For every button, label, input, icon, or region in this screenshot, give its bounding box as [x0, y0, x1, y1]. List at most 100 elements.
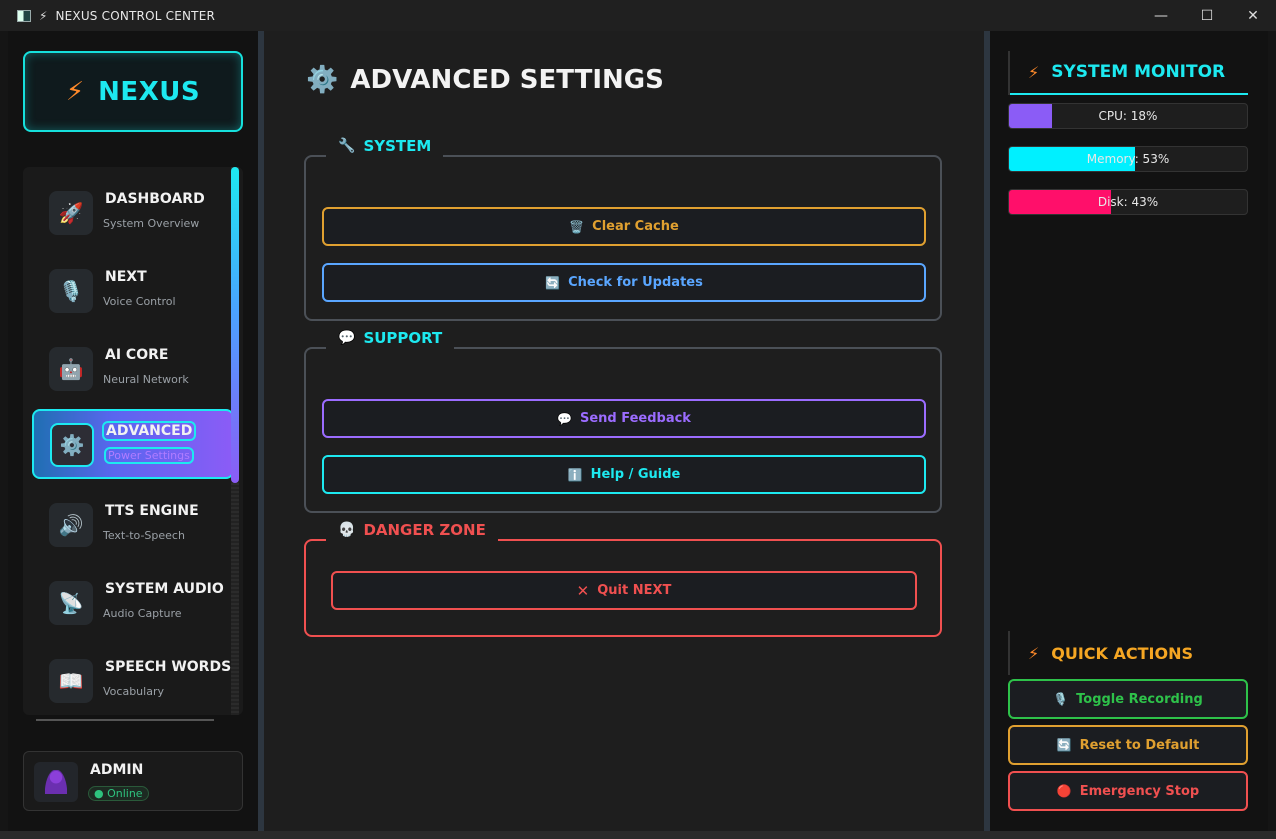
- button-label: Send Feedback: [579, 411, 691, 426]
- nav-item-sub: Power Settings: [104, 447, 194, 464]
- group-system: 🔧 SYSTEM 🗑️ Clear Cache 🔄 Check for Upda…: [304, 135, 942, 321]
- button-label: Reset to Default: [1079, 737, 1200, 753]
- nav-item-tts-engine[interactable]: 🔊 TTS ENGINE Text-to-Speech: [33, 491, 233, 559]
- nav-item-system-audio[interactable]: 📡 SYSTEM AUDIO Audio Capture: [33, 569, 233, 637]
- nav-item-label: AI CORE: [105, 347, 169, 363]
- send-feedback-button[interactable]: 💬 Send Feedback: [322, 399, 926, 438]
- nav-item-sub: Audio Capture: [103, 607, 182, 620]
- reset-default-button[interactable]: 🔄 Reset to Default: [1008, 725, 1248, 765]
- button-label: Check for Updates: [568, 275, 703, 290]
- close-icon: ✕: [576, 581, 590, 600]
- nav-item-label: SPEECH WORDS: [105, 659, 232, 675]
- group-label-text: SYSTEM: [363, 137, 432, 155]
- cpu-bar-label: CPU: 18%: [1098, 109, 1158, 123]
- user-icon: [45, 770, 67, 794]
- nav-item-next[interactable]: 🎙️ NEXT Voice Control: [33, 257, 233, 325]
- robot-icon: 🤖: [49, 347, 93, 391]
- nav-item-sub: Vocabulary: [103, 685, 164, 698]
- group-label-text: SUPPORT: [363, 329, 443, 347]
- info-icon: ℹ️: [567, 467, 583, 482]
- satellite-dish-icon: 📡: [49, 581, 93, 625]
- status-badge: ● Online: [88, 786, 149, 801]
- wrench-icon: 🔧: [338, 138, 356, 154]
- button-label: Help / Guide: [590, 467, 681, 482]
- nav-item-label: ADVANCED: [102, 421, 197, 441]
- right-panel: ⚡ SYSTEM MONITOR CPU: 18% Memory: 53% Di…: [990, 31, 1268, 831]
- nav-item-speech-words[interactable]: 📖 SPEECH WORDS Vocabulary: [33, 647, 233, 715]
- speech-bubble-icon: 💬: [338, 330, 356, 346]
- nav-item-dashboard[interactable]: 🚀 DASHBOARD System Overview: [33, 179, 233, 247]
- skull-icon: 💀: [338, 522, 356, 538]
- nav-item-sub: System Overview: [103, 217, 200, 230]
- lightning-icon: ⚡: [39, 8, 48, 23]
- logo-name: NEXUS: [98, 76, 201, 107]
- nav-scrollbar-thumb[interactable]: [231, 167, 239, 483]
- rocket-icon: 🚀: [49, 191, 93, 235]
- disk-bar-label: Disk: 43%: [1097, 195, 1159, 209]
- user-card[interactable]: ADMIN ● Online: [23, 751, 243, 811]
- nav-item-label: DASHBOARD: [105, 191, 205, 207]
- header-divider: [1008, 631, 1010, 675]
- button-label: Clear Cache: [592, 219, 679, 234]
- main-content: ⚙️ ADVANCED SETTINGS 🔧 SYSTEM 🗑️ Clear C…: [264, 31, 984, 831]
- nav-item-sub: Text-to-Speech: [103, 529, 185, 542]
- window-title: NEXUS CONTROL CENTER: [55, 8, 216, 23]
- group-support: 💬 SUPPORT 💬 Send Feedback ℹ️ Help / Guid…: [304, 327, 942, 513]
- gear-icon: ⚙️: [306, 65, 339, 95]
- title-bar: ⚡ NEXUS CONTROL CENTER — ☐ ✕: [0, 0, 1276, 31]
- header-divider: [1008, 51, 1010, 95]
- microphone-icon: 🎙️: [1053, 692, 1069, 706]
- clear-cache-button[interactable]: 🗑️ Clear Cache: [322, 207, 926, 246]
- group-label-danger: 💀 DANGER ZONE: [326, 519, 498, 541]
- memory-bar: Memory: 53%: [1008, 146, 1248, 172]
- nav-menu: 🚀 DASHBOARD System Overview 🎙️ NEXT Voic…: [23, 167, 243, 715]
- nav-horizontal-scrollbar[interactable]: [36, 719, 214, 721]
- page-title: ⚙️ ADVANCED SETTINGS: [306, 65, 664, 95]
- lightning-icon: ⚡: [65, 76, 85, 107]
- quick-actions-title: QUICK ACTIONS: [1051, 643, 1193, 663]
- nav-item-label: TTS ENGINE: [105, 503, 199, 519]
- help-guide-button[interactable]: ℹ️ Help / Guide: [322, 455, 926, 494]
- close-icon[interactable]: ✕: [1230, 0, 1276, 31]
- nav-item-sub: Voice Control: [103, 295, 176, 308]
- nav-item-label: NEXT: [105, 269, 147, 285]
- check-updates-button[interactable]: 🔄 Check for Updates: [322, 263, 926, 302]
- minimize-icon[interactable]: —: [1138, 0, 1184, 31]
- microphone-icon: 🎙️: [49, 269, 93, 313]
- memory-bar-label: Memory: 53%: [1086, 152, 1170, 166]
- book-icon: 📖: [49, 659, 93, 703]
- nav-item-ai-core[interactable]: 🤖 AI CORE Neural Network: [33, 335, 233, 403]
- group-label-system: 🔧 SYSTEM: [326, 135, 444, 157]
- nav-item-advanced[interactable]: ⚙️ ADVANCED Power Settings: [32, 409, 234, 479]
- refresh-icon: 🔄: [1056, 738, 1072, 752]
- window-controls: — ☐ ✕: [1138, 0, 1276, 31]
- cpu-bar: CPU: 18%: [1008, 103, 1248, 129]
- taskbar: [0, 831, 1276, 839]
- group-label-text: DANGER ZONE: [363, 521, 486, 539]
- button-label: Quit NEXT: [597, 583, 672, 598]
- button-label: Toggle Recording: [1076, 691, 1203, 707]
- gear-icon: ⚙️: [50, 423, 94, 467]
- system-monitor-header: ⚡ SYSTEM MONITOR: [1008, 51, 1248, 95]
- page-title-text: ADVANCED SETTINGS: [350, 65, 664, 95]
- lightning-icon: ⚡: [1028, 62, 1040, 82]
- red-circle-icon: 🔴: [1056, 784, 1072, 798]
- system-monitor-title: SYSTEM MONITOR: [1051, 62, 1226, 82]
- quit-next-button[interactable]: ✕ Quit NEXT: [331, 571, 917, 610]
- toggle-recording-button[interactable]: 🎙️ Toggle Recording: [1008, 679, 1248, 719]
- speaker-icon: 🔊: [49, 503, 93, 547]
- lightning-icon: ⚡: [1028, 643, 1040, 663]
- button-label: Emergency Stop: [1079, 783, 1200, 799]
- app-icon: [17, 9, 31, 22]
- sidebar: ⚡ NEXUS 🚀 DASHBOARD System Overview 🎙️ N…: [8, 31, 258, 831]
- maximize-icon[interactable]: ☐: [1184, 0, 1230, 31]
- trash-icon: 🗑️: [569, 219, 585, 234]
- refresh-icon: 🔄: [545, 275, 561, 290]
- avatar: [34, 762, 78, 802]
- logo: ⚡ NEXUS: [23, 51, 243, 132]
- speech-bubble-icon: 💬: [557, 411, 572, 426]
- emergency-stop-button[interactable]: 🔴 Emergency Stop: [1008, 771, 1248, 811]
- nav-item-sub: Neural Network: [103, 373, 189, 386]
- group-danger-zone: 💀 DANGER ZONE ✕ Quit NEXT: [304, 519, 942, 637]
- group-label-support: 💬 SUPPORT: [326, 327, 455, 349]
